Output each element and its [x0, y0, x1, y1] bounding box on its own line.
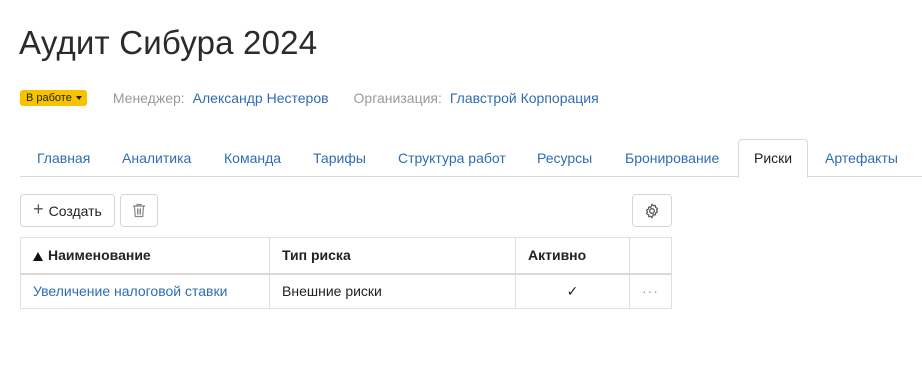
sort-ascending-icon	[33, 252, 43, 262]
organization-label: Организация:	[353, 90, 442, 106]
tab-resources[interactable]: Ресурсы	[520, 139, 609, 177]
table-row: Увеличение налоговой ставки Внешние риск…	[19, 273, 673, 309]
risk-type-cell: Внешние риски	[269, 273, 516, 309]
manager-label: Менеджер:	[112, 90, 185, 106]
column-header-type[interactable]: Тип риска	[269, 237, 516, 275]
tab-analytics[interactable]: Аналитика	[105, 139, 208, 177]
organization-link[interactable]: Главстрой Корпорация	[450, 90, 599, 106]
project-meta: В работе Менеджер: Александр Нестеров Ор…	[20, 89, 599, 107]
risk-name-cell: Увеличение налоговой ставки	[19, 273, 271, 309]
trash-icon	[133, 203, 145, 218]
caret-down-icon	[75, 96, 82, 100]
checkmark-icon: ✓	[566, 282, 579, 299]
column-header-active-label: Активно	[528, 247, 587, 264]
gear-icon	[646, 203, 658, 218]
manager-link[interactable]: Александр Нестеров	[193, 90, 329, 106]
project-tabs: Главная Аналитика Команда Тарифы Структу…	[20, 139, 922, 178]
column-header-name-label: Наименование	[48, 247, 151, 264]
plus-icon: +	[33, 199, 44, 219]
tab-risks[interactable]: Риски	[738, 139, 809, 178]
risk-active-cell: ✓	[515, 273, 630, 309]
create-button[interactable]: + Создать	[20, 194, 115, 227]
project-page: Аудит Сибура 2024 В работе Менеджер: Але…	[0, 0, 922, 391]
tab-booking[interactable]: Бронирование	[608, 139, 736, 177]
tab-main[interactable]: Главная	[20, 139, 107, 177]
table-header-row: Наименование Тип риска Активно	[19, 237, 673, 275]
tab-rates[interactable]: Тарифы	[296, 139, 383, 177]
tab-artifacts[interactable]: Артефакты	[808, 139, 915, 177]
risk-name-link[interactable]: Увеличение налоговой ставки	[33, 283, 227, 299]
row-menu-cell: ···	[628, 273, 673, 309]
status-label: В работе	[26, 92, 72, 104]
tab-team[interactable]: Команда	[207, 139, 298, 177]
column-header-active[interactable]: Активно	[515, 237, 630, 275]
status-dropdown[interactable]: В работе	[20, 90, 87, 106]
column-header-name[interactable]: Наименование	[19, 237, 271, 275]
more-options-icon[interactable]: ···	[642, 283, 659, 299]
page-title: Аудит Сибура 2024	[19, 24, 318, 61]
delete-button[interactable]	[120, 194, 158, 227]
settings-button[interactable]	[632, 194, 672, 227]
create-label: Создать	[48, 202, 102, 219]
column-header-menu	[628, 237, 673, 275]
column-header-type-label: Тип риска	[282, 247, 351, 264]
tab-work-structure[interactable]: Структура работ	[381, 139, 523, 177]
risks-table: Наименование Тип риска Активно Увеличени…	[19, 237, 673, 309]
